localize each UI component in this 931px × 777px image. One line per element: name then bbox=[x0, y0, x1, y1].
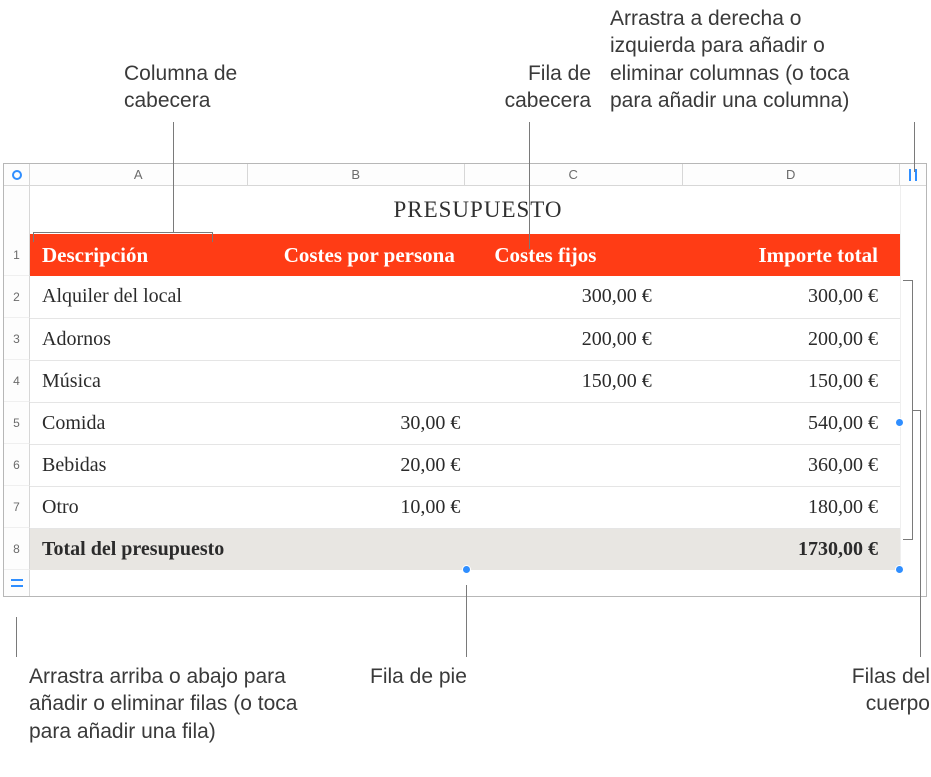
selection-handle[interactable] bbox=[895, 565, 904, 574]
cell-per-person[interactable] bbox=[256, 318, 482, 360]
header-fixed[interactable]: Costes fijos bbox=[482, 234, 673, 276]
footer-label[interactable]: Total del presupuesto bbox=[30, 528, 674, 570]
cell-total[interactable]: 540,00 € bbox=[674, 402, 900, 444]
column-header-d[interactable]: D bbox=[683, 164, 901, 186]
cell-total[interactable]: 180,00 € bbox=[674, 486, 900, 528]
row-header-1[interactable]: 1 bbox=[4, 234, 30, 276]
header-per-person[interactable]: Costes por persona bbox=[256, 234, 482, 276]
table-title[interactable]: PRESUPUESTO bbox=[30, 186, 926, 234]
cell-total[interactable]: 150,00 € bbox=[674, 360, 900, 402]
table-row[interactable]: Otro 10,00 € 180,00 € bbox=[30, 486, 900, 528]
add-column-handle[interactable] bbox=[900, 164, 926, 186]
column-header-a[interactable]: A bbox=[30, 164, 248, 186]
callout-header-row: Fila decabecera bbox=[441, 60, 591, 115]
cell-desc[interactable]: Otro bbox=[30, 486, 256, 528]
sheet-body: 1 2 3 4 5 6 7 8 PRESUPUESTO Descripción bbox=[4, 186, 926, 596]
row-header-6[interactable]: 6 bbox=[4, 444, 30, 486]
body-rows: Alquiler del local 300,00 € 300,00 € Ado… bbox=[30, 276, 900, 528]
cell-per-person[interactable] bbox=[256, 360, 482, 402]
row-header-5[interactable]: 5 bbox=[4, 402, 30, 444]
selection-handle[interactable] bbox=[895, 418, 904, 427]
header-total[interactable]: Importe total bbox=[674, 234, 900, 276]
cell-fixed[interactable] bbox=[482, 444, 673, 486]
leader-line bbox=[16, 617, 17, 657]
cell-desc[interactable]: Bebidas bbox=[30, 444, 256, 486]
cell-fixed[interactable] bbox=[482, 486, 673, 528]
callout-add-columns: Arrastra a derecha oizquierda para añadi… bbox=[610, 5, 920, 114]
row-header-3[interactable]: 3 bbox=[4, 318, 30, 360]
cell-desc[interactable]: Música bbox=[30, 360, 256, 402]
ring-icon bbox=[12, 170, 22, 180]
table-row[interactable]: Comida 30,00 € 540,00 € bbox=[30, 402, 900, 444]
row-header-8[interactable]: 8 bbox=[4, 528, 30, 570]
cell-per-person[interactable]: 10,00 € bbox=[256, 486, 482, 528]
selection-handle[interactable] bbox=[462, 565, 471, 574]
leader-line bbox=[914, 122, 915, 172]
leader-line bbox=[920, 410, 921, 657]
table-row[interactable]: Bebidas 20,00 € 360,00 € bbox=[30, 444, 900, 486]
cell-total[interactable]: 360,00 € bbox=[674, 444, 900, 486]
row-header-2[interactable]: 2 bbox=[4, 276, 30, 318]
row-header-4[interactable]: 4 bbox=[4, 360, 30, 402]
cell-per-person[interactable] bbox=[256, 276, 482, 318]
cell-total[interactable]: 200,00 € bbox=[674, 318, 900, 360]
callout-footer-row: Fila de pie bbox=[370, 663, 467, 690]
table-wrap: PRESUPUESTO Descripción Costes por perso… bbox=[30, 186, 926, 596]
cell-per-person[interactable]: 30,00 € bbox=[256, 402, 482, 444]
table-select-handle[interactable] bbox=[4, 164, 30, 186]
cell-per-person[interactable]: 20,00 € bbox=[256, 444, 482, 486]
footer-total[interactable]: 1730,00 € bbox=[674, 528, 900, 570]
table-row[interactable]: Adornos 200,00 € 200,00 € bbox=[30, 318, 900, 360]
cell-desc[interactable]: Adornos bbox=[30, 318, 256, 360]
leader-line bbox=[173, 122, 174, 232]
cell-desc[interactable]: Alquiler del local bbox=[30, 276, 256, 318]
bracket-header-column bbox=[33, 232, 213, 242]
cell-fixed[interactable]: 300,00 € bbox=[482, 276, 673, 318]
table-row[interactable]: Música 150,00 € 150,00 € bbox=[30, 360, 900, 402]
spreadsheet-frame: A B C D 1 2 3 4 5 6 7 8 PRESUPUESTO bbox=[3, 163, 927, 597]
leader-line bbox=[529, 122, 530, 249]
drag-columns-icon bbox=[909, 169, 917, 181]
add-row-handle[interactable] bbox=[4, 570, 30, 596]
column-header-b[interactable]: B bbox=[248, 164, 466, 186]
callout-header-column: Columna decabecera bbox=[124, 60, 237, 115]
cell-fixed[interactable] bbox=[482, 402, 673, 444]
table-row[interactable]: Alquiler del local 300,00 € 300,00 € bbox=[30, 276, 900, 318]
row-number-bar: 1 2 3 4 5 6 7 8 bbox=[4, 186, 30, 596]
cell-fixed[interactable]: 200,00 € bbox=[482, 318, 673, 360]
bracket-body-rows bbox=[903, 280, 913, 540]
budget-table: Descripción Costes por persona Costes fi… bbox=[30, 234, 900, 570]
row-header-7[interactable]: 7 bbox=[4, 486, 30, 528]
cell-fixed[interactable]: 150,00 € bbox=[482, 360, 673, 402]
column-header-c[interactable]: C bbox=[465, 164, 683, 186]
row-gap-title bbox=[4, 186, 30, 234]
cell-total[interactable]: 300,00 € bbox=[674, 276, 900, 318]
drag-rows-icon bbox=[11, 579, 23, 587]
footer-row[interactable]: Total del presupuesto 1730,00 € bbox=[30, 528, 900, 570]
callout-add-rows: Arrastra arriba o abajo paraañadir o eli… bbox=[29, 663, 344, 745]
callout-body-rows: Filas delcuerpo bbox=[820, 663, 930, 718]
cell-desc[interactable]: Comida bbox=[30, 402, 256, 444]
leader-line bbox=[466, 585, 467, 657]
column-letter-bar: A B C D bbox=[4, 164, 926, 186]
